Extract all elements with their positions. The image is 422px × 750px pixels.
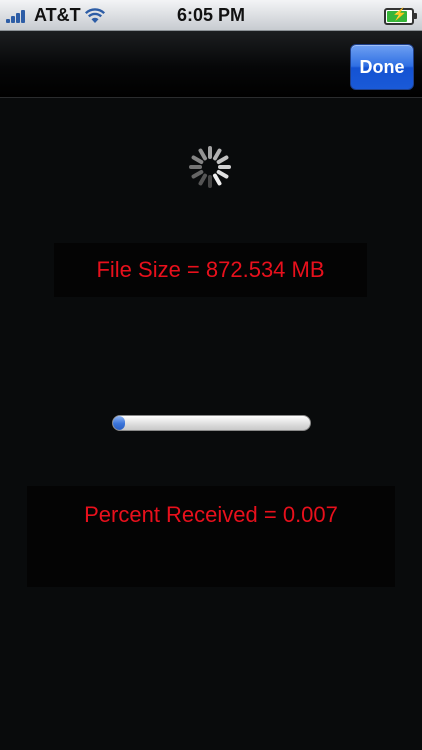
spinner-spoke bbox=[213, 173, 222, 186]
battery-charging-icon: ⚡ bbox=[384, 7, 417, 25]
file-size-label: File Size = 872.534 MB bbox=[54, 243, 367, 297]
spinner-spoke bbox=[213, 148, 222, 161]
done-button[interactable]: Done bbox=[350, 44, 414, 90]
spinner-spoke bbox=[191, 170, 204, 179]
status-bar: AT&T 6:05 PM ⚡ bbox=[0, 0, 422, 31]
percent-received-label: Percent Received = 0.007 bbox=[27, 486, 395, 587]
status-time: 6:05 PM bbox=[176, 5, 246, 25]
spinner-spoke bbox=[191, 155, 204, 164]
spinner-spoke bbox=[198, 148, 207, 161]
spinner-spoke bbox=[216, 155, 229, 164]
spinner-spoke bbox=[216, 170, 229, 179]
plug-icon: ⚡ bbox=[392, 7, 407, 21]
download-progress-bar bbox=[112, 415, 311, 431]
spinner-spoke bbox=[198, 173, 207, 186]
navigation-bar: Done bbox=[0, 31, 422, 98]
activity-spinner-icon bbox=[189, 146, 231, 188]
progress-fill bbox=[113, 416, 125, 430]
